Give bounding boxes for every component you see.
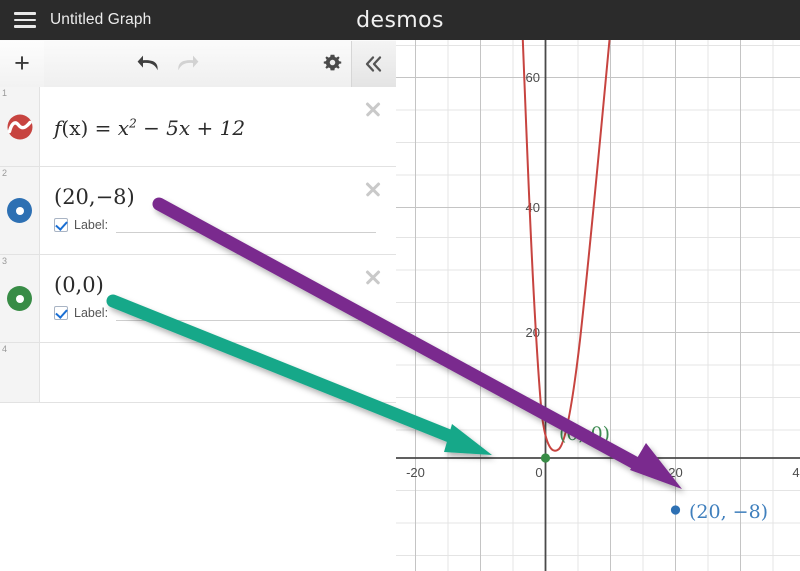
- fn-equals: =: [94, 115, 112, 140]
- label-checkbox-2[interactable]: [54, 218, 68, 232]
- fn-rest: − 5x + 12: [143, 115, 246, 140]
- row-number: 3: [2, 256, 8, 266]
- expression-toolbar: +: [0, 40, 396, 88]
- y-tick-40: 40: [526, 200, 540, 215]
- label-row-3: Label:: [54, 306, 396, 321]
- y-tick-60: 60: [526, 70, 540, 85]
- x-tick-0: 0: [535, 465, 542, 480]
- expression-gutter-1[interactable]: 1: [0, 87, 40, 166]
- row-number: 4: [2, 344, 8, 354]
- label-checkbox-3[interactable]: [54, 306, 68, 320]
- graph-background: [396, 40, 800, 571]
- x-tick-20: 20: [668, 465, 682, 480]
- delete-expression-3[interactable]: [363, 267, 383, 287]
- point-blue[interactable]: [670, 505, 681, 515]
- y-tick-20: 20: [526, 325, 540, 340]
- expression-body-3[interactable]: (0,0) Label:: [40, 255, 396, 342]
- add-expression-button[interactable]: +: [0, 40, 44, 87]
- row-number: 2: [2, 168, 8, 178]
- expression-gutter-2[interactable]: 2: [0, 167, 40, 254]
- point-green-label: (0, 0): [559, 423, 610, 445]
- expression-math-3: (0,0): [54, 272, 104, 297]
- point-blue-label: (20, −8): [689, 501, 768, 523]
- expression-panel: + 1 f(x) = x2 − 5x + 12 2 (20,−8) Label:…: [0, 40, 396, 571]
- graph-svg[interactable]: 60 40 20 -20 0 20 4 (0, 0) (20, −8): [396, 40, 800, 571]
- hamburger-icon[interactable]: [14, 12, 36, 28]
- expression-body-4[interactable]: [40, 343, 396, 402]
- app-header: Untitled Graph: [0, 0, 800, 40]
- expression-gutter-3[interactable]: 3: [0, 255, 40, 342]
- graph-canvas[interactable]: 60 40 20 -20 0 20 4 (0, 0) (20, −8): [396, 40, 800, 571]
- delete-expression-1[interactable]: [363, 99, 383, 119]
- expression-math-1: f(x) = x2 − 5x + 12: [54, 114, 396, 140]
- label-caption-3: Label:: [74, 306, 109, 320]
- delete-expression-2[interactable]: [363, 179, 383, 199]
- function-curve-icon[interactable]: [7, 114, 33, 140]
- label-input-2[interactable]: [116, 218, 376, 233]
- redo-arrow-glyph: [178, 55, 199, 70]
- expression-row-4[interactable]: 4: [0, 343, 396, 403]
- expression-row-1[interactable]: 1 f(x) = x2 − 5x + 12: [0, 87, 396, 167]
- expression-gutter-4[interactable]: 4: [0, 343, 40, 402]
- desmos-app: Untitled Graph desmos + 1 f(x) = x2 − 5x…: [0, 0, 800, 571]
- x-tick-40: 4: [792, 465, 799, 480]
- gear-icon[interactable]: [313, 41, 351, 87]
- expression-list: 1 f(x) = x2 − 5x + 12 2 (20,−8) Label: 3…: [0, 87, 396, 571]
- expression-list-filler: [0, 403, 396, 571]
- row-number: 1: [2, 88, 8, 98]
- label-row-2: Label:: [54, 218, 396, 233]
- expression-body-2[interactable]: (20,−8) Label:: [40, 167, 396, 254]
- point-dot-icon[interactable]: [7, 286, 32, 311]
- expression-math-2: (20,−8): [54, 184, 135, 209]
- collapse-panel-button[interactable]: [351, 40, 396, 87]
- expression-row-3[interactable]: 3 (0,0) Label:: [0, 255, 396, 343]
- label-input-3[interactable]: [116, 306, 376, 321]
- redo-arrow-icon[interactable]: [168, 41, 206, 87]
- expression-row-2[interactable]: 2 (20,−8) Label:: [0, 167, 396, 255]
- x-tick-neg20: -20: [406, 465, 425, 480]
- label-caption-2: Label:: [74, 218, 109, 232]
- fn-base: x: [117, 115, 130, 140]
- fn-exponent: 2: [129, 115, 137, 130]
- gear-glyph: [323, 54, 341, 71]
- page-title[interactable]: Untitled Graph: [50, 11, 151, 29]
- double-chevron-left-icon: [365, 55, 382, 72]
- expression-body-1[interactable]: f(x) = x2 − 5x + 12: [40, 87, 396, 166]
- point-dot-icon[interactable]: [7, 198, 32, 223]
- fn-args: (x): [61, 115, 89, 140]
- undo-arrow-icon[interactable]: [130, 41, 168, 87]
- undo-arrow-glyph: [137, 55, 158, 70]
- point-green[interactable]: [540, 453, 551, 463]
